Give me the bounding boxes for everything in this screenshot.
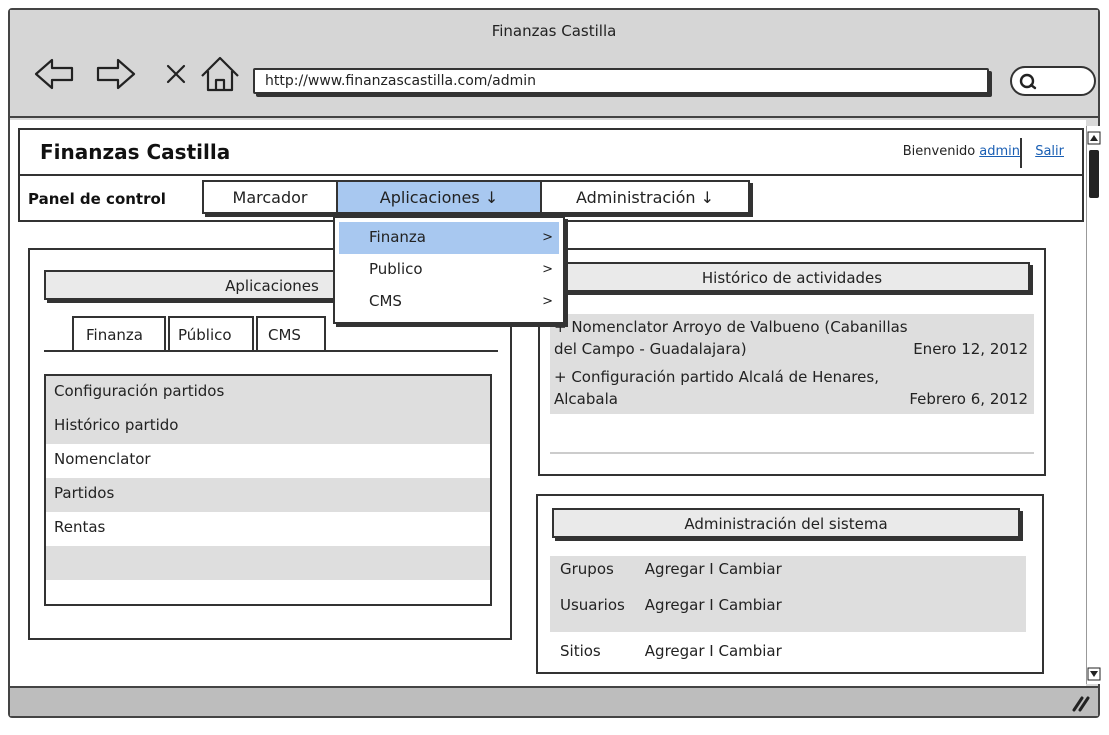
home-icon[interactable] bbox=[198, 54, 242, 94]
list-item[interactable]: Configuración partidos bbox=[46, 376, 490, 410]
list-item[interactable]: Partidos bbox=[46, 478, 490, 512]
history-heading: Histórico de actividades bbox=[554, 262, 1030, 292]
tab-aplicaciones[interactable]: Aplicaciones ↓ bbox=[336, 180, 542, 214]
welcome-message: Bienvenido admin bbox=[903, 144, 1020, 159]
dropdown-item-finanza[interactable]: Finanza > bbox=[339, 222, 559, 254]
status-bar bbox=[10, 686, 1098, 716]
admin-row-actions[interactable]: Agregar I Cambiar bbox=[645, 596, 782, 614]
history-divider bbox=[550, 452, 1034, 454]
scroll-down-icon[interactable] bbox=[1087, 666, 1101, 681]
chevron-right-icon: > bbox=[542, 294, 553, 309]
list-item[interactable]: Rentas bbox=[46, 512, 490, 546]
header-divider bbox=[1020, 138, 1022, 168]
dropdown-item-cms[interactable]: CMS > bbox=[339, 286, 559, 318]
chevron-right-icon: > bbox=[542, 230, 553, 245]
aplicaciones-dropdown: Finanza > Publico > CMS > bbox=[333, 216, 565, 324]
admin-row-sitios: Sitios Agregar I Cambiar bbox=[550, 638, 1026, 668]
back-arrow-icon[interactable] bbox=[32, 54, 76, 94]
dropdown-item-label: Publico bbox=[369, 260, 423, 278]
dropdown-item-label: Finanza bbox=[369, 228, 426, 246]
admin-heading: Administración del sistema bbox=[552, 508, 1020, 538]
logout-link[interactable]: Salir bbox=[1035, 144, 1064, 159]
history-panel: Histórico de actividades + Nomenclator A… bbox=[538, 248, 1046, 476]
site-title: Finanzas Castilla bbox=[40, 140, 231, 164]
user-link[interactable]: admin bbox=[979, 144, 1020, 159]
history-entry[interactable]: + Nomenclator Arroyo de Valbueno (Cabani… bbox=[550, 314, 1034, 364]
forward-arrow-icon[interactable] bbox=[94, 54, 138, 94]
admin-panel: Administración del sistema Grupos Agrega… bbox=[536, 494, 1044, 674]
vertical-scrollbar[interactable] bbox=[1086, 126, 1101, 684]
admin-row-grupos: Grupos Agregar I Cambiar bbox=[550, 556, 1026, 586]
history-entry-line1: + Nomenclator Arroyo de Valbueno (Cabani… bbox=[554, 318, 908, 336]
nav-bar: Panel de control Marcador Aplicaciones ↓… bbox=[18, 174, 1084, 222]
history-entry-date: Enero 12, 2012 bbox=[913, 340, 1028, 358]
window-title: Finanzas Castilla bbox=[491, 22, 617, 40]
resize-grip-icon[interactable] bbox=[1070, 694, 1090, 712]
url-input[interactable]: http://www.finanzascastilla.com/admin bbox=[253, 68, 989, 94]
list-item[interactable]: Nomenclator bbox=[46, 444, 490, 478]
browser-toolbar: Finanzas Castilla http://www.finanzascas… bbox=[10, 10, 1098, 118]
tab-administracion[interactable]: Administración ↓ bbox=[540, 180, 750, 214]
list-item-empty bbox=[46, 546, 490, 580]
history-entry-date: Febrero 6, 2012 bbox=[909, 390, 1028, 408]
scroll-thumb[interactable] bbox=[1089, 150, 1099, 198]
dropdown-item-publico[interactable]: Publico > bbox=[339, 254, 559, 286]
application-list: Configuración partidos Histórico partido… bbox=[44, 374, 492, 606]
subtab-cms[interactable]: CMS bbox=[256, 316, 326, 350]
stop-icon[interactable] bbox=[162, 60, 190, 88]
admin-row-actions[interactable]: Agregar I Cambiar bbox=[645, 560, 782, 578]
browser-search-button[interactable] bbox=[1010, 66, 1096, 96]
admin-row-label: Usuarios bbox=[560, 596, 625, 614]
admin-row-actions[interactable]: Agregar I Cambiar bbox=[645, 642, 782, 660]
panel-label: Panel de control bbox=[28, 190, 166, 208]
tab-marcador[interactable]: Marcador bbox=[202, 180, 338, 214]
subtab-finanza[interactable]: Finanza bbox=[72, 316, 166, 350]
admin-row-usuarios: Usuarios Agregar I Cambiar bbox=[550, 586, 1026, 632]
list-item[interactable]: Histórico partido bbox=[46, 410, 490, 444]
welcome-text: Bienvenido bbox=[902, 144, 976, 159]
history-entry[interactable]: + Configuración partido Alcalá de Henare… bbox=[550, 364, 1034, 414]
subtabs-baseline bbox=[44, 350, 498, 352]
history-entry-line1: + Configuración partido Alcalá de Henare… bbox=[554, 368, 879, 386]
subtab-publico[interactable]: Público bbox=[168, 316, 254, 350]
scroll-up-icon[interactable] bbox=[1087, 130, 1101, 145]
site-header: Finanzas Castilla Bienvenido admin Salir bbox=[18, 128, 1084, 176]
dropdown-item-label: CMS bbox=[369, 292, 402, 310]
admin-row-label: Grupos bbox=[560, 560, 614, 578]
search-icon bbox=[1019, 73, 1037, 90]
chevron-right-icon: > bbox=[542, 262, 553, 277]
admin-row-label: Sitios bbox=[560, 642, 601, 660]
